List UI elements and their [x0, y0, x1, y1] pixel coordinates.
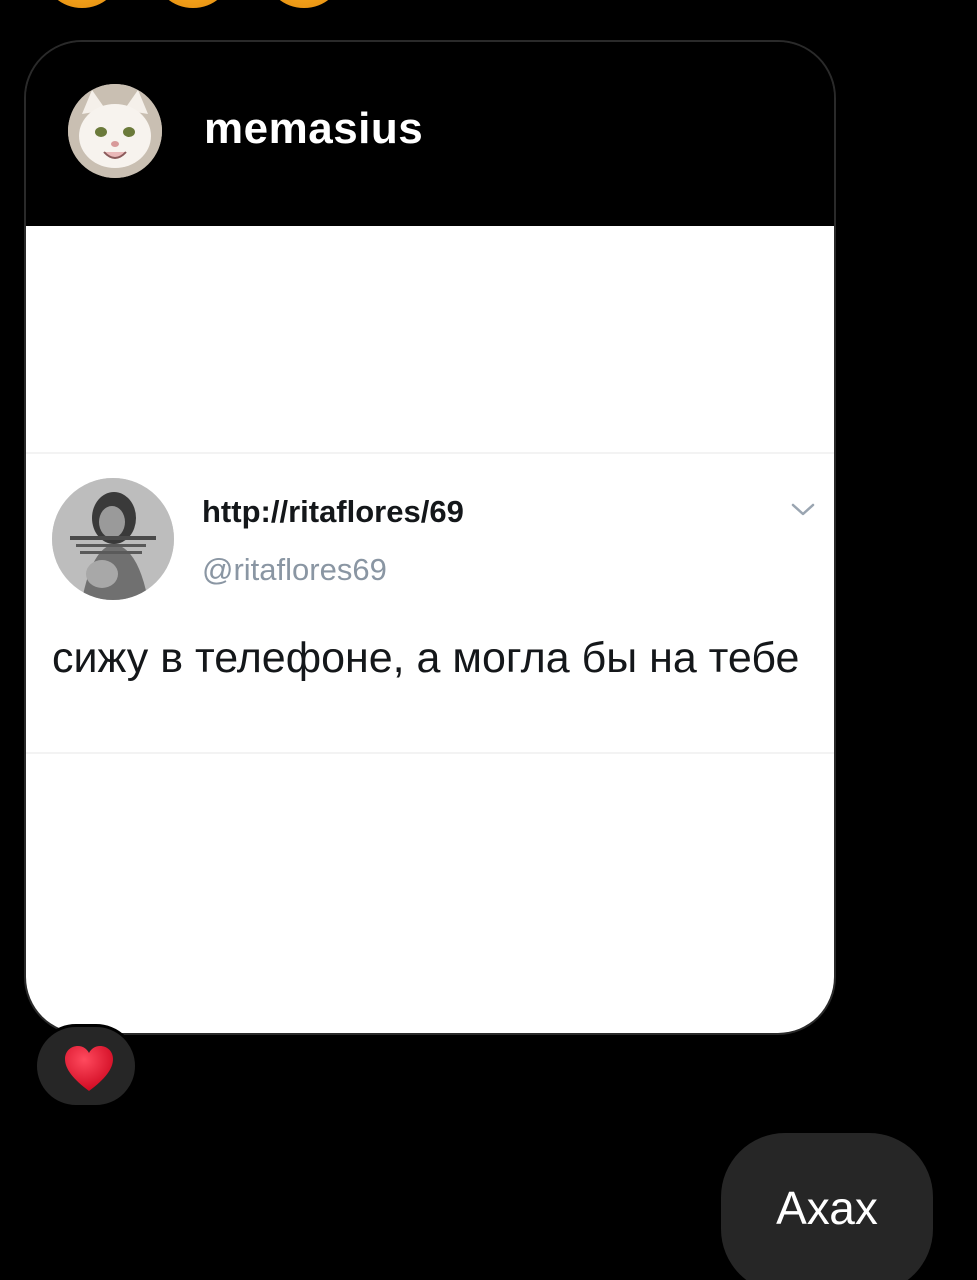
- post-image[interactable]: http://ritaflores/69 @ritaflores69 сижу …: [26, 226, 834, 1033]
- emoji-reaction-icon[interactable]: [44, 0, 120, 8]
- tweet-text: сижу в телефоне, а могла бы на тебе: [52, 634, 800, 682]
- post-username[interactable]: memasius: [204, 104, 423, 154]
- message-text: Ахах: [776, 1182, 878, 1234]
- tweet-handle: @ritaflores69: [202, 552, 387, 587]
- chevron-down-icon: [790, 500, 816, 520]
- tweet-display-name: http://ritaflores/69: [202, 494, 464, 529]
- chat-screen: memasius http://ritaflores/69 @ritaflore…: [0, 0, 977, 1280]
- emoji-reaction-icon[interactable]: [155, 0, 231, 8]
- divider: [26, 452, 834, 454]
- cat-avatar-icon[interactable]: [68, 84, 162, 178]
- post-header: memasius: [26, 42, 834, 226]
- divider: [26, 752, 834, 754]
- profile-photo-icon: [52, 478, 174, 600]
- heart-icon: [63, 1045, 115, 1093]
- emoji-reaction-icon[interactable]: [266, 0, 342, 8]
- heart-reaction-bubble[interactable]: [34, 1024, 138, 1108]
- outgoing-message-bubble[interactable]: Ахах: [721, 1133, 933, 1280]
- shared-post-card[interactable]: memasius http://ritaflores/69 @ritaflore…: [24, 40, 836, 1035]
